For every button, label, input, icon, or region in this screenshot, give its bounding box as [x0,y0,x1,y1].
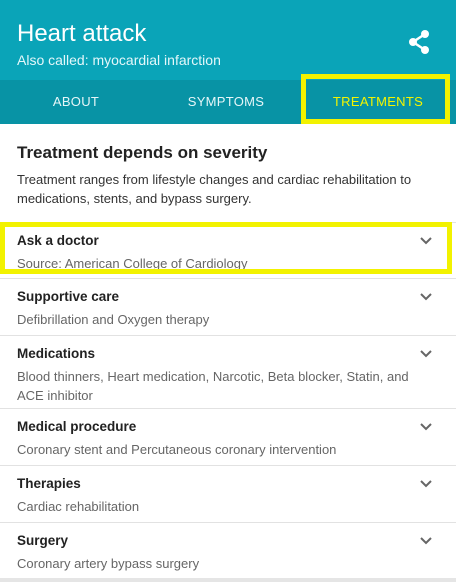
list-item-title: Therapies [17,476,81,491]
tab-symptoms[interactable]: SYMPTOMS [152,80,300,124]
intro-text: Treatment ranges from lifestyle changes … [17,172,412,206]
chevron-down-icon[interactable] [418,346,434,362]
list-item-title: Supportive care [17,289,120,304]
tab-treatments[interactable]: TREATMENTS [300,80,456,124]
list-item-medical-procedure[interactable]: Medical procedure Coronary stent and Per… [0,408,456,465]
chevron-down-icon[interactable] [418,533,434,549]
list-item-subtitle: Defibrillation and Oxygen therapy [17,312,210,327]
list-item-subtitle: Coronary stent and Percutaneous coronary… [17,442,337,457]
tab-bar: ABOUT SYMPTOMS TREATMENTS [0,80,456,124]
chevron-down-icon[interactable] [418,476,434,492]
tab-about[interactable]: ABOUT [0,80,152,124]
list-item-supportive-care[interactable]: Supportive care Defibrillation and Oxyge… [0,278,456,335]
list-item-ask-a-doctor[interactable]: Ask a doctor Source: American College of… [0,222,456,278]
page-subtitle: Also called: myocardial infarction [17,52,221,68]
list-item-subtitle: Blood thinners, Heart medication, Narcot… [17,369,409,403]
list-item-title: Surgery [17,533,69,548]
share-icon [409,30,429,54]
list-item-medications[interactable]: Medications Blood thinners, Heart medica… [0,335,456,408]
chevron-down-icon[interactable] [418,233,434,249]
list-item-subtitle: Source: American College of Cardiology [17,256,248,271]
intro-heading: Treatment depends on severity [17,143,268,162]
card-bottom-border [0,578,456,582]
intro-section: Treatment depends on severity Treatment … [17,142,437,208]
list-item-title: Medications [17,346,96,361]
list-item-title: Medical procedure [17,419,137,434]
knowledge-card: Heart attack Also called: myocardial inf… [0,0,456,582]
list-item-subtitle: Coronary artery bypass surgery [17,556,200,571]
list-item-subtitle: Cardiac rehabilitation [17,499,140,514]
list-item-therapies[interactable]: Therapies Cardiac rehabilitation [0,465,456,522]
page-title: Heart attack [17,20,147,47]
chevron-down-icon[interactable] [418,419,434,435]
list-item-title: Ask a doctor [17,233,99,248]
list-item-surgery[interactable]: Surgery Coronary artery bypass surgery [0,522,456,578]
chevron-down-icon[interactable] [418,289,434,305]
share-button[interactable] [405,28,433,56]
